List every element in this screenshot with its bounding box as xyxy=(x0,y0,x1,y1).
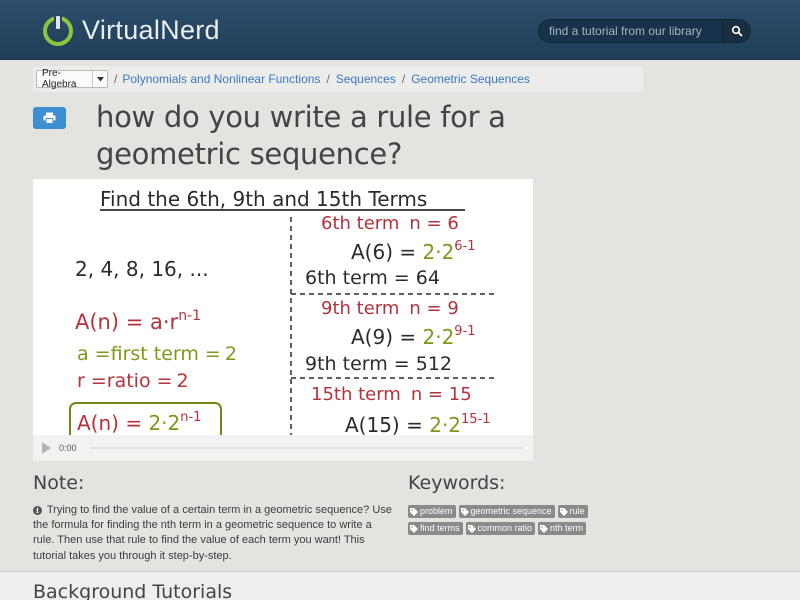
background-tutorials-heading: Background Tutorials xyxy=(33,581,233,600)
video-time: 0:00 xyxy=(59,443,77,453)
virtual-nerd-logo[interactable]: VirtualNerd xyxy=(40,10,220,50)
tag-icon xyxy=(540,524,549,533)
note-heading: Note: xyxy=(33,472,85,494)
print-button[interactable] xyxy=(33,107,66,129)
ratio-definition: r =ratio = 2 xyxy=(77,370,189,392)
chevron-down-icon xyxy=(92,71,107,87)
subject-select[interactable]: Pre-Algebra xyxy=(36,68,108,90)
search-box xyxy=(538,19,751,43)
keyword-tag[interactable]: find terms xyxy=(408,522,463,535)
first-term-definition: a =first term = 2 xyxy=(77,343,237,365)
search-button[interactable] xyxy=(722,19,751,43)
sequence-text: 2, 4, 8, 16, ... xyxy=(75,257,209,281)
video-player[interactable]: Find the 6th, 9th and 15th Terms 2, 4, 8… xyxy=(33,179,533,461)
note-body: Trying to find the value of a certain te… xyxy=(33,504,392,562)
note-text: i Trying to find the value of a certain … xyxy=(33,503,395,564)
term-6-result: 6th term = 64 xyxy=(305,267,440,289)
video-heading: Find the 6th, 9th and 15th Terms xyxy=(100,187,427,211)
rule-formula: A(n) = 2·2n-1 xyxy=(77,410,201,435)
power-logo-icon xyxy=(43,15,73,46)
logo-word-nerd: Nerd xyxy=(160,14,220,45)
tag-icon xyxy=(559,507,568,516)
term-6-label: 6th term n = 6 xyxy=(321,213,459,234)
keyword-tag[interactable]: nth term xyxy=(538,522,587,535)
info-icon: i xyxy=(33,506,42,515)
term-6-calc: A(6) = 2·26-1 xyxy=(351,239,476,264)
page-title: how do you write a rule for a geometric … xyxy=(96,100,506,171)
term-9-result: 9th term = 512 xyxy=(305,353,452,375)
term-9-label: 9th term n = 9 xyxy=(321,298,459,319)
term-15-label: 15th term n = 15 xyxy=(311,384,472,405)
tag-icon xyxy=(410,507,418,516)
breadcrumb-separator: / xyxy=(401,72,406,86)
keyword-tag[interactable]: common ratio xyxy=(465,522,536,535)
term-15-calc: A(15) = 2·215-1 xyxy=(345,412,491,437)
print-icon xyxy=(43,112,56,124)
subject-select-value: Pre-Algebra xyxy=(42,68,77,90)
breadcrumb-link-geometric-sequences[interactable]: Geometric Sequences xyxy=(411,72,530,86)
play-icon[interactable] xyxy=(42,442,51,454)
logo-text: VirtualNerd xyxy=(82,15,220,46)
search-icon xyxy=(731,25,742,37)
breadcrumb-separator: / xyxy=(114,72,118,86)
search-input[interactable] xyxy=(538,19,722,43)
keyword-tag[interactable]: rule xyxy=(557,505,588,518)
video-seek-bar[interactable] xyxy=(88,447,523,449)
breadcrumb: Pre-Algebra / Polynomials and Nonlinear … xyxy=(33,66,643,92)
tag-icon xyxy=(467,524,476,533)
keyword-tags: problem geometric sequence rule find ter… xyxy=(408,505,618,539)
logo-word-virtual: Virtual xyxy=(82,14,161,45)
tag-icon xyxy=(460,507,469,516)
keywords-heading: Keywords: xyxy=(408,472,506,494)
keyword-tag[interactable]: problem xyxy=(408,505,456,518)
breadcrumb-link-polynomials[interactable]: Polynomials and Nonlinear Functions xyxy=(122,72,320,86)
video-controls: 0:00 xyxy=(33,435,533,461)
keyword-tag[interactable]: geometric sequence xyxy=(458,505,555,518)
general-formula: A(n) = a·rn-1 xyxy=(75,308,201,334)
site-header: VirtualNerd xyxy=(0,0,800,60)
tag-icon xyxy=(410,524,418,533)
breadcrumb-link-sequences[interactable]: Sequences xyxy=(336,72,396,86)
term-9-calc: A(9) = 2·29-1 xyxy=(351,324,476,349)
breadcrumb-separator: / xyxy=(326,72,330,86)
video-frame: Find the 6th, 9th and 15th Terms 2, 4, 8… xyxy=(69,187,495,444)
